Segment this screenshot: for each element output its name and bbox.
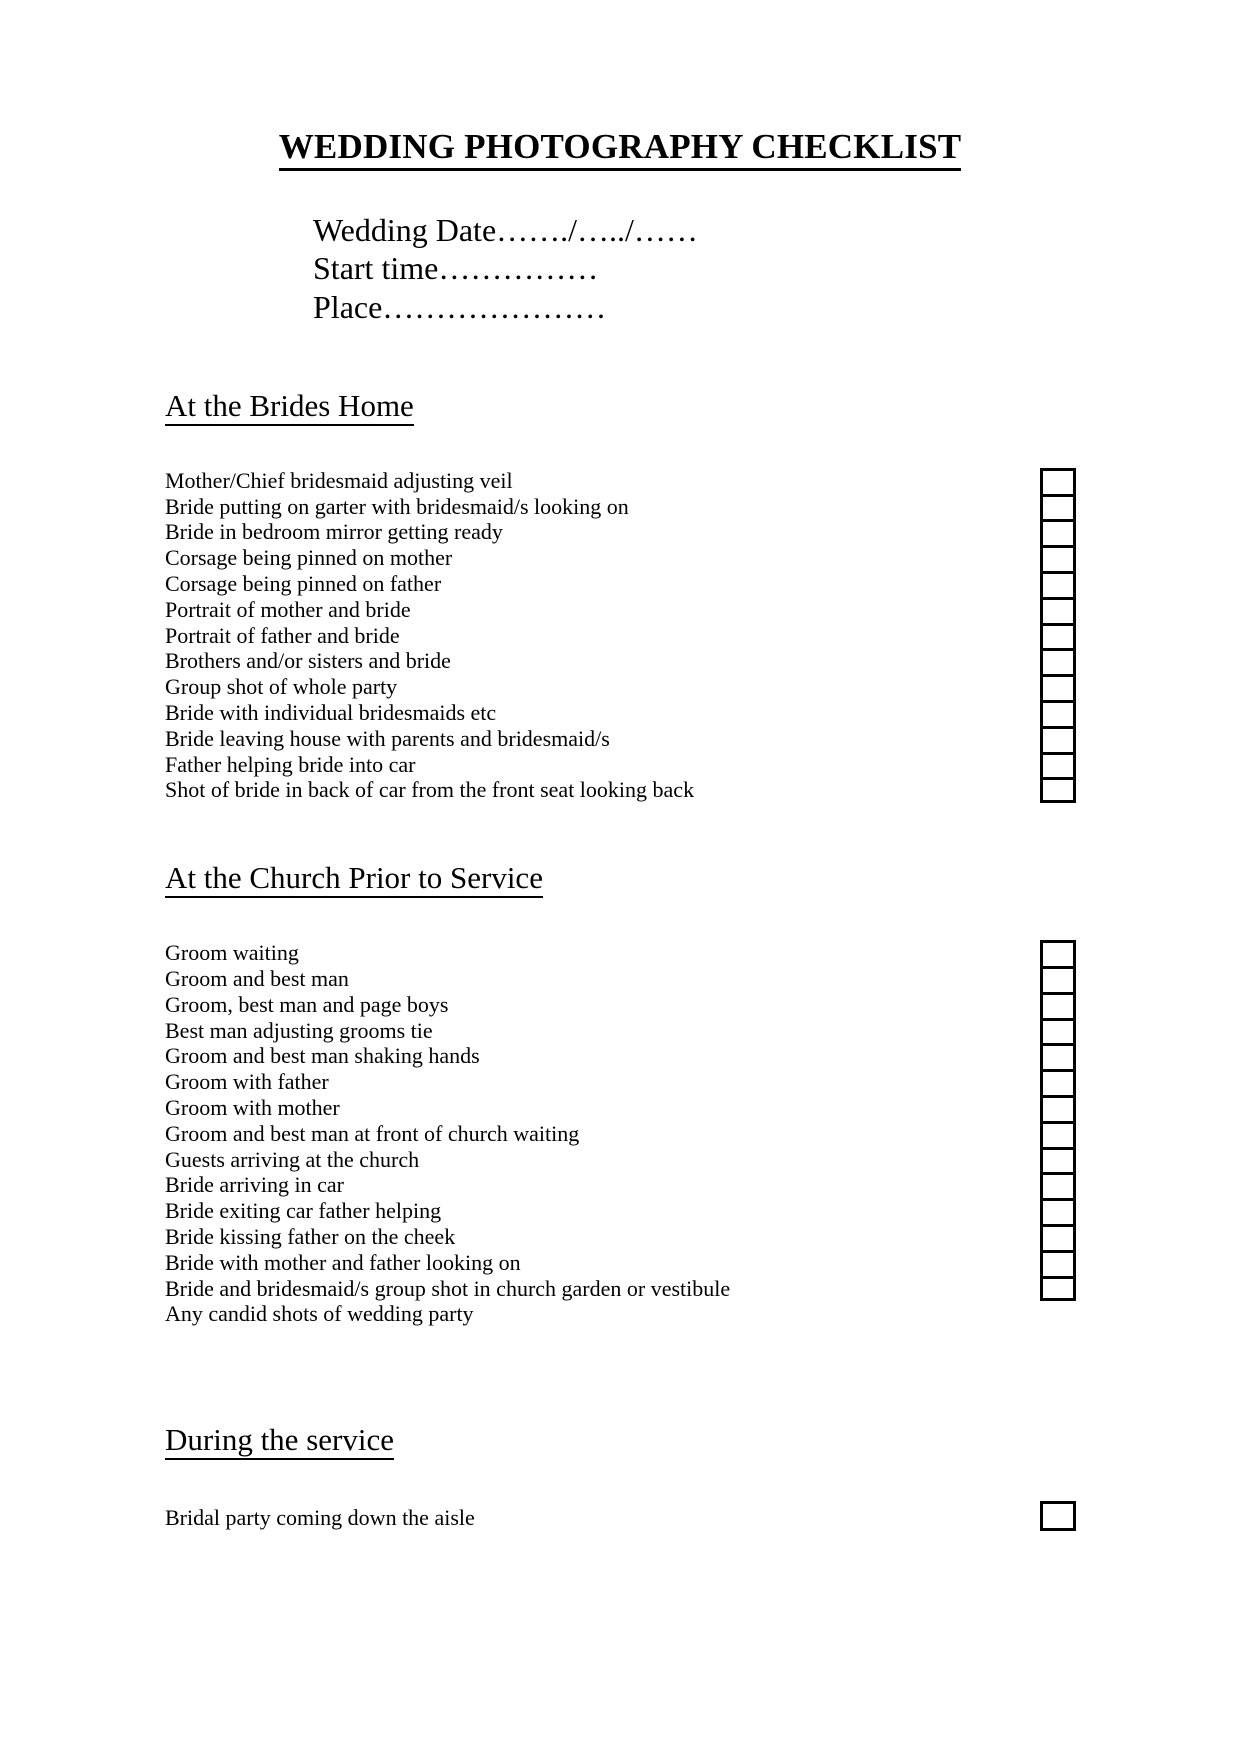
list-item: Corsage being pinned on mother	[165, 545, 453, 571]
checkbox[interactable]	[1040, 1223, 1076, 1250]
checkbox[interactable]	[1040, 596, 1076, 623]
checkbox[interactable]	[1040, 940, 1076, 966]
list-item: Bride and bridesmaid/s group shot in chu…	[165, 1275, 731, 1301]
section-heading-church-prior: At the Church Prior to Service	[0, 860, 1240, 899]
list-item: Portrait of mother and bride	[165, 596, 411, 622]
checkbox[interactable]	[1040, 991, 1076, 1018]
section-body-church-prior: Groom waiting Groom and best man Groom, …	[0, 940, 1240, 1327]
checkbox[interactable]	[1040, 1198, 1076, 1224]
list-item: Bride in bedroom mirror getting ready	[165, 519, 503, 545]
list-item: Mother/Chief bridesmaid adjusting veil	[165, 467, 513, 493]
list-item: Group shot of whole party	[165, 674, 398, 700]
list-item: Any candid shots of wedding party	[165, 1301, 474, 1327]
page-title-text: WEDDING PHOTOGRAPHY CHECKLIST	[278, 127, 962, 171]
checkbox[interactable]	[1040, 545, 1076, 571]
list-item: Bride leaving house with parents and bri…	[165, 725, 610, 751]
section-body-during-service: Bridal party coming down the aisle	[0, 1501, 1240, 1532]
list-item: Guests arriving at the church	[165, 1146, 420, 1172]
checkbox[interactable]	[1040, 725, 1076, 752]
list-item: Corsage being pinned on father	[165, 570, 442, 596]
list-item: Groom with mother	[165, 1094, 340, 1120]
wedding-date-field[interactable]: Wedding Date……./…../……	[313, 211, 1240, 250]
checkbox[interactable]	[1040, 1146, 1076, 1173]
list-item: Shot of bride in back of car from the fr…	[165, 777, 695, 803]
checkbox[interactable]	[1040, 570, 1076, 597]
place-field[interactable]: Place…………………	[313, 288, 1240, 327]
list-item: Bride with individual bridesmaids etc	[165, 699, 497, 725]
checkbox-stack-church-prior	[1040, 940, 1076, 1302]
checkbox[interactable]	[1040, 519, 1076, 546]
document-page: WEDDING PHOTOGRAPHY CHECKLIST Wedding Da…	[0, 0, 1240, 1754]
checkbox[interactable]	[1040, 648, 1076, 675]
header-fields: Wedding Date……./…../…… Start time…………… P…	[0, 211, 1240, 327]
section-body-brides-home: Mother/Chief bridesmaid adjusting veil B…	[0, 467, 1240, 804]
section-brides-home: At the Brides Home Mother/Chief bridesma…	[0, 387, 1240, 804]
checkbox[interactable]	[1040, 1120, 1076, 1147]
section-heading-brides-home: At the Brides Home	[0, 387, 1240, 426]
checkbox[interactable]	[1040, 1172, 1076, 1199]
checkbox[interactable]	[1040, 1043, 1076, 1070]
section-heading-text: During the service	[165, 1422, 394, 1461]
list-item: Portrait of father and bride	[165, 622, 400, 648]
list-item: Groom and best man shaking hands	[165, 1043, 480, 1069]
checkbox-stack-during-service	[1040, 1501, 1076, 1532]
list-item: Groom and best man	[165, 966, 349, 991]
checkbox[interactable]	[1040, 1249, 1076, 1276]
checkbox[interactable]	[1040, 966, 1076, 992]
checkbox[interactable]	[1040, 467, 1076, 494]
checkbox[interactable]	[1040, 751, 1076, 778]
list-item: Bride kissing father on the cheek	[165, 1223, 456, 1249]
list-item: Father helping bride into car	[165, 751, 416, 777]
list-item: Brothers and/or sisters and bride	[165, 648, 451, 674]
list-item: Bride with mother and father looking on	[165, 1249, 521, 1275]
checkbox[interactable]	[1040, 1069, 1076, 1095]
list-item: Groom and best man at front of church wa…	[165, 1120, 580, 1146]
checkbox[interactable]	[1040, 622, 1076, 649]
checkbox[interactable]	[1040, 777, 1076, 804]
list-item: Bridal party coming down the aisle	[165, 1505, 475, 1531]
section-heading-text: At the Church Prior to Service	[165, 860, 543, 899]
checkbox[interactable]	[1040, 1017, 1076, 1044]
page-title: WEDDING PHOTOGRAPHY CHECKLIST	[0, 0, 1240, 171]
checkbox[interactable]	[1040, 1094, 1076, 1121]
list-item: Bride exiting car father helping	[165, 1198, 442, 1224]
checkbox[interactable]	[1040, 674, 1076, 700]
checkbox[interactable]	[1040, 1501, 1076, 1532]
checkbox[interactable]	[1040, 493, 1076, 520]
list-item: Groom, best man and page boys	[165, 991, 449, 1017]
list-item: Bride putting on garter with bridesmaid/…	[165, 493, 629, 519]
checklist-items-during-service: Bridal party coming down the aisle	[165, 1505, 1240, 1531]
list-item: Groom waiting	[165, 940, 299, 966]
checkbox[interactable]	[1040, 699, 1076, 726]
checklist-items-brides-home: Mother/Chief bridesmaid adjusting veil B…	[165, 468, 1240, 803]
checkbox-stack-brides-home	[1040, 467, 1076, 804]
checklist-items-church-prior: Groom waiting Groom and best man Groom, …	[165, 940, 1240, 1327]
section-heading-during-service: During the service	[0, 1422, 1240, 1461]
list-item: Groom with father	[165, 1069, 329, 1095]
checkbox[interactable]	[1040, 1275, 1076, 1302]
list-item: Best man adjusting grooms tie	[165, 1017, 433, 1043]
start-time-field[interactable]: Start time……………	[313, 249, 1240, 288]
list-item: Bride arriving in car	[165, 1172, 344, 1198]
section-during-service: During the service Bridal party coming d…	[0, 1422, 1240, 1532]
section-church-prior: At the Church Prior to Service Groom wai…	[0, 860, 1240, 1327]
section-heading-text: At the Brides Home	[165, 387, 414, 426]
